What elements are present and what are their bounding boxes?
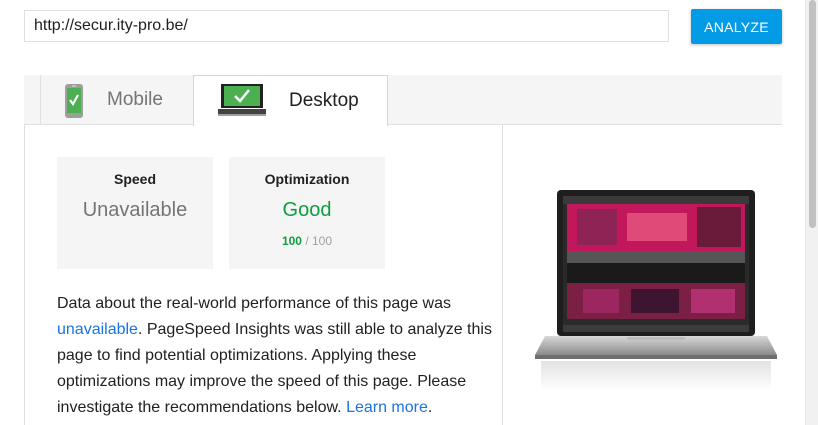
optimization-score: 100 / 100 (229, 234, 385, 248)
optimization-card: Optimization Good 100 / 100 (229, 157, 385, 269)
pagespeed-page: ANALYZE Mobile (0, 0, 818, 425)
summary-text: Data about the real-world performance of… (57, 291, 497, 421)
scrollbar-thumb[interactable] (809, 0, 816, 228)
speed-card: Speed Unavailable (57, 157, 213, 269)
tab-mobile-label: Mobile (107, 89, 163, 110)
url-input[interactable] (24, 10, 669, 42)
tab-desktop-label: Desktop (289, 90, 359, 111)
summary-part3: . (427, 399, 433, 416)
optimization-score-max: / 100 (305, 234, 333, 248)
speed-title: Speed (113, 171, 156, 187)
mobile-phone-check-icon (64, 83, 84, 124)
optimization-value: Good (282, 199, 332, 221)
vertical-scrollbar[interactable] (805, 0, 818, 425)
device-tabs: Mobile Desktop (24, 75, 782, 126)
unavailable-link[interactable]: unavailable (57, 321, 138, 338)
column-divider (502, 125, 503, 425)
analyze-button[interactable]: ANALYZE (691, 9, 782, 44)
desktop-laptop-check-icon (218, 83, 266, 122)
results-panel: Speed Unavailable Optimization Good 100 … (24, 125, 782, 425)
tab-mobile[interactable]: Mobile (41, 75, 193, 125)
tab-desktop[interactable]: Desktop (193, 75, 388, 126)
speed-value: Unavailable (82, 199, 188, 221)
learn-more-link[interactable]: Learn more (346, 399, 428, 416)
optimization-score-value: 100 (281, 234, 302, 248)
desktop-screenshot-preview (531, 185, 785, 425)
summary-part1: Data about the real-world performance of… (57, 295, 451, 312)
optimization-title: Optimization (264, 171, 350, 187)
